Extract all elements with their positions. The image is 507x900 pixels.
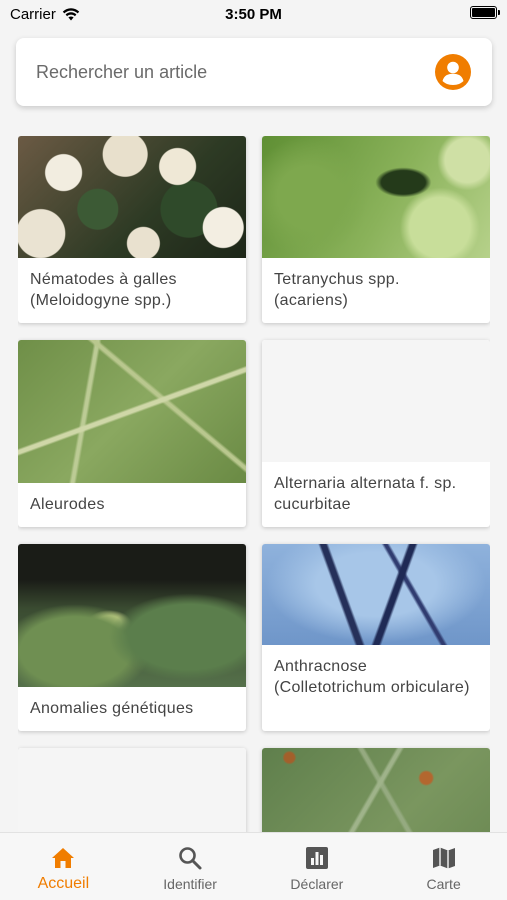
home-icon xyxy=(52,848,75,868)
article-title: Anthracnose (Colletotrichum orbiculare) xyxy=(274,658,470,696)
article-title: Nématodes à galles (Meloidogyne spp.) xyxy=(30,271,177,309)
article-title: Anomalies génétiques xyxy=(30,700,194,717)
article-image xyxy=(18,544,246,687)
article-image xyxy=(262,136,490,258)
nav-declarer[interactable]: Déclarer xyxy=(254,833,381,900)
account-circle-icon[interactable] xyxy=(434,53,472,91)
article-card[interactable]: Aleurodes xyxy=(18,340,246,527)
map-icon xyxy=(432,847,455,869)
article-card[interactable]: Alternaria alternata f. sp. cucurbitae xyxy=(262,340,490,527)
nav-label: Déclarer xyxy=(290,876,344,892)
bar-chart-icon xyxy=(305,847,328,869)
nav-label: Accueil xyxy=(37,875,90,892)
article-image xyxy=(18,748,246,832)
status-bar: Carrier 3:50 PM xyxy=(0,0,507,30)
nav-carte[interactable]: Carte xyxy=(380,833,507,900)
battery-icon xyxy=(470,6,500,19)
article-title: Aleurodes xyxy=(30,496,105,513)
article-card[interactable]: Tetranychus spp. (acariens) xyxy=(262,136,490,323)
article-image xyxy=(262,340,490,462)
article-card[interactable] xyxy=(262,748,490,832)
article-card[interactable] xyxy=(18,748,246,832)
article-card[interactable]: Nématodes à galles (Meloidogyne spp.) xyxy=(18,136,246,323)
status-time: 3:50 PM xyxy=(225,6,282,23)
nav-identifier[interactable]: Identifier xyxy=(127,833,254,900)
article-title: Tetranychus spp. (acariens) xyxy=(274,271,400,309)
article-grid: Nématodes à galles (Meloidogyne spp.) Te… xyxy=(18,136,490,832)
article-image xyxy=(18,340,246,483)
search-bar xyxy=(16,38,492,106)
nav-label: Identifier xyxy=(163,876,217,892)
article-image xyxy=(262,544,490,645)
article-image xyxy=(18,136,246,258)
bottom-nav: Accueil Identifier Déclarer Carte xyxy=(0,832,507,900)
article-card[interactable]: Anomalies génétiques xyxy=(18,544,246,731)
article-card[interactable]: Anthracnose (Colletotrichum orbiculare) xyxy=(262,544,490,731)
article-image xyxy=(262,748,490,832)
search-icon xyxy=(179,847,202,870)
nav-label: Carte xyxy=(426,876,461,892)
nav-accueil[interactable]: Accueil xyxy=(0,833,127,900)
search-input[interactable] xyxy=(36,61,434,83)
article-title: Alternaria alternata f. sp. cucurbitae xyxy=(274,475,457,513)
